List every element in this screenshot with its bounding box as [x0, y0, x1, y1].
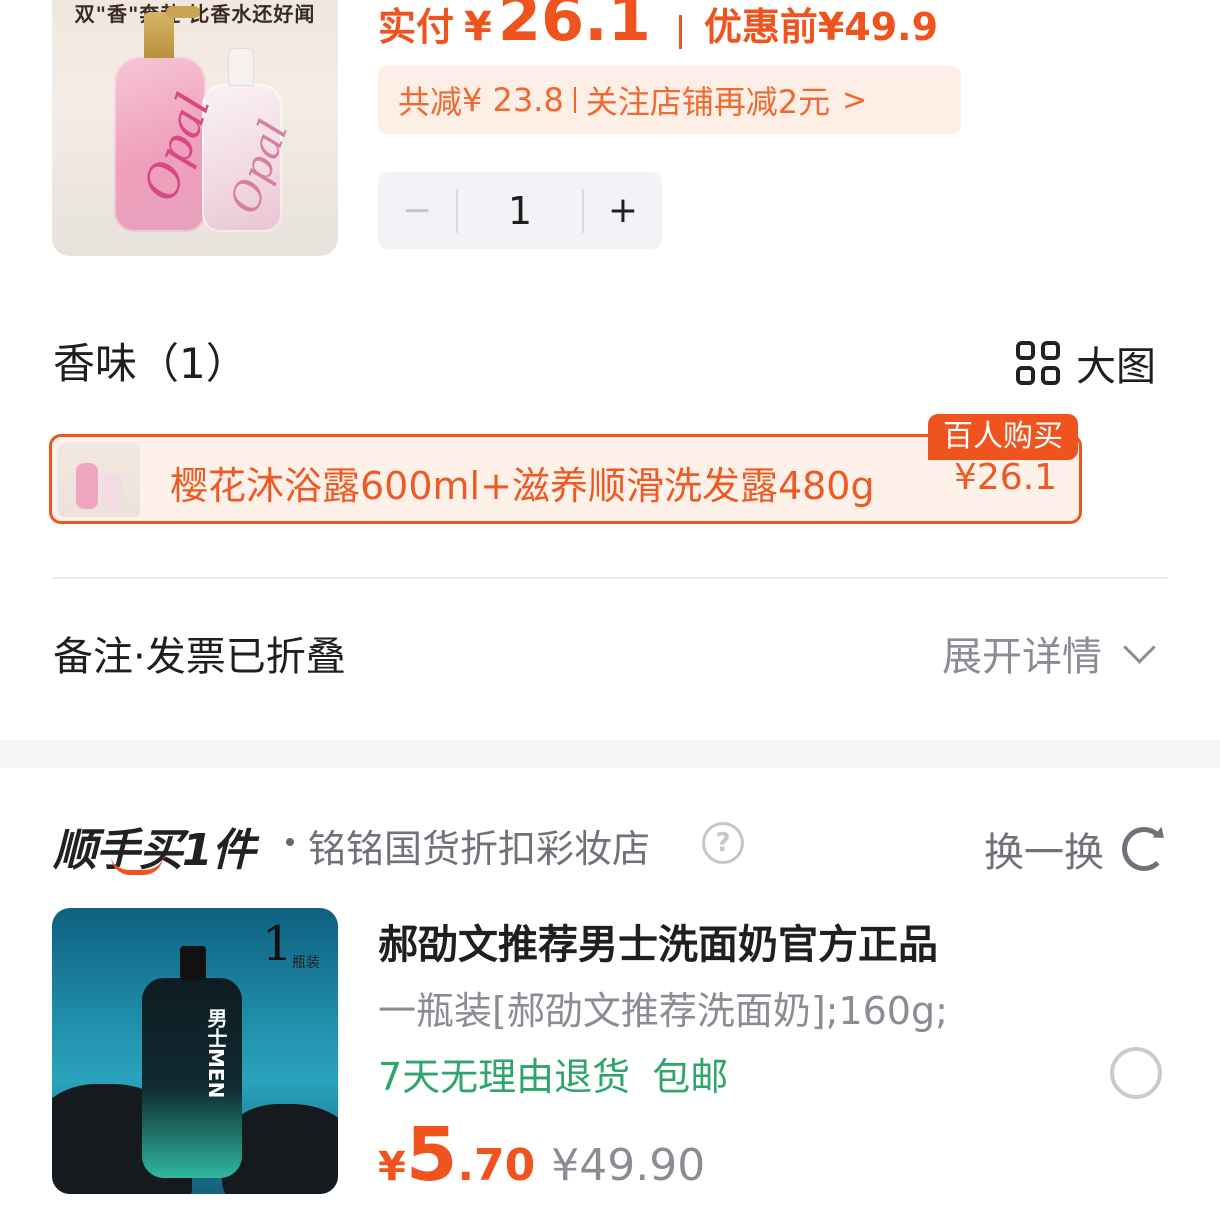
- rec-original-price: ¥49.90: [551, 1140, 706, 1191]
- section-separator: [0, 740, 1220, 768]
- quantity-stepper: − 1 +: [378, 172, 662, 249]
- original-price: ¥49.9: [817, 5, 939, 49]
- big-view-button[interactable]: 大图: [1016, 334, 1156, 392]
- recommended-product-spec: 一瓶装[郝劭文推荐洗面奶];160g;: [378, 989, 948, 1033]
- discount-divider: [573, 87, 576, 113]
- rec-price-decimal: .70: [457, 1140, 536, 1191]
- quantity-input[interactable]: 1: [458, 189, 582, 233]
- recommended-product-image[interactable]: 男士MEN 1 瓶装: [52, 908, 338, 1194]
- service-tags: 7天无理由退货 包邮: [378, 1046, 728, 1101]
- increment-button[interactable]: +: [584, 190, 662, 231]
- help-icon[interactable]: ?: [702, 822, 744, 864]
- original-label: 优惠前: [703, 5, 818, 49]
- chevron-right-icon: >: [842, 82, 868, 118]
- scent-option-label: 樱花沐浴露600ml+滋养顺滑洗发露480g: [170, 464, 875, 508]
- title-dot: [286, 838, 294, 846]
- price-separator: [678, 14, 682, 49]
- scent-section-title: 香味（1）: [53, 339, 248, 388]
- discount-total-label: 共减: [398, 83, 463, 121]
- expand-details-button[interactable]: 展开详情: [942, 624, 1156, 682]
- chevron-down-icon: [1123, 630, 1156, 664]
- swap-button[interactable]: 换一换: [984, 820, 1166, 878]
- paid-price: 26.1: [497, 0, 651, 55]
- scent-option-price: ¥26.1: [954, 457, 1058, 498]
- refresh-icon: [1122, 827, 1166, 871]
- decrement-button[interactable]: −: [378, 190, 456, 231]
- price-currency: ¥: [464, 4, 492, 50]
- pack-unit: 瓶装: [292, 955, 320, 971]
- price-line: 实付 ¥26.1 优惠前¥49.9: [378, 0, 938, 55]
- remark-invoice-label: 备注·发票已折叠: [53, 634, 346, 680]
- select-radio-button[interactable]: [1110, 1047, 1162, 1099]
- bottle-brand-text: 男士MEN: [204, 1008, 228, 1099]
- swap-label: 换一换: [984, 830, 1104, 876]
- recommended-product-price: ¥5.70 ¥49.90: [378, 1112, 705, 1198]
- popular-tag: 百人购买: [928, 414, 1078, 460]
- rec-price-integer: 5: [405, 1112, 458, 1198]
- paid-label: 实付: [378, 5, 455, 49]
- section-divider: [52, 577, 1168, 579]
- shop-name[interactable]: 铭铭国货折扣彩妆店: [308, 818, 650, 873]
- grid-icon: [1016, 341, 1060, 385]
- scent-option-thumbnail: [58, 443, 140, 517]
- buy-one-more-title: 顺手买1件: [53, 814, 256, 878]
- discount-promo: 关注店铺再减2元: [585, 83, 831, 121]
- recommended-product-title[interactable]: 郝劭文推荐男士洗面奶官方正品: [378, 912, 938, 970]
- service-tag-shipping: 包邮: [652, 1055, 729, 1099]
- discount-banner[interactable]: 共减 ¥ 23.8 关注店铺再减2元 >: [378, 66, 961, 134]
- expand-details-label: 展开详情: [942, 634, 1102, 680]
- discount-total-amount: ¥ 23.8: [462, 81, 564, 119]
- big-view-label: 大图: [1076, 344, 1156, 390]
- pack-count: 1: [262, 916, 293, 972]
- rec-price-currency: ¥: [378, 1144, 406, 1190]
- service-tag-return: 7天无理由退货: [378, 1055, 631, 1099]
- product-image[interactable]: 双"香"奔赴 比香水还好闻 Opal Opal: [52, 0, 338, 256]
